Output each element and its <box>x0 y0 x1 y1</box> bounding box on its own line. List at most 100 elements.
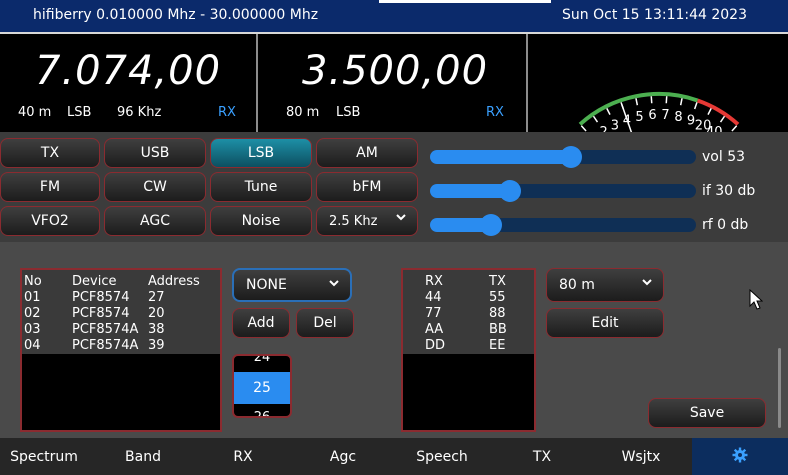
filter-dropdown[interactable]: 2.5 Khz <box>316 206 418 236</box>
roller-option-next[interactable]: 26 <box>234 410 290 416</box>
tab-speech[interactable]: Speech <box>397 438 487 475</box>
tab-wsjtx[interactable]: Wsjtx <box>596 438 686 475</box>
volume-slider[interactable] <box>430 146 696 168</box>
save-button[interactable]: Save <box>648 398 766 428</box>
tune-button[interactable]: Tune <box>210 172 312 202</box>
add-button[interactable]: Add <box>232 308 290 338</box>
bottom-tab-bar: Spectrum Band RX Agc Speech TX Wsjtx <box>0 438 788 475</box>
vfo1-frequency: 7.074,00 <box>34 48 222 94</box>
vfo1-band: 40 m <box>18 105 52 120</box>
volume-label: vol 53 <box>702 149 746 165</box>
roller-option-prev[interactable]: 24 <box>234 356 290 365</box>
band-dropdown[interactable]: 80 m <box>546 268 664 302</box>
table-row[interactable]: 03 PCF8574A 38 <box>22 322 220 338</box>
rf-gain-label: rf 0 db <box>702 217 749 233</box>
vfo1-rx-indicator: RX <box>218 105 236 120</box>
s-meter-scale-label: 8 <box>674 110 682 125</box>
cell-rx: 77 <box>425 306 442 321</box>
volume-slider-knob[interactable] <box>559 146 582 168</box>
cell-address: 39 <box>148 338 165 353</box>
filter-dropdown-value: 2.5 Khz <box>329 213 378 229</box>
if-gain-slider[interactable] <box>430 180 696 202</box>
table-row[interactable]: 04 PCF8574A 39 <box>22 338 220 354</box>
cell-rx: AA <box>425 322 444 337</box>
table-row[interactable]: 77 88 <box>403 306 534 322</box>
cell-address: 20 <box>148 306 165 321</box>
number-roller[interactable]: 24 25 26 <box>232 354 292 418</box>
if-gain-label: if 30 db <box>702 183 756 199</box>
tab-spectrum[interactable]: Spectrum <box>0 438 88 475</box>
table-row[interactable]: AA BB <box>403 322 534 338</box>
column-header-tx: TX <box>489 274 506 289</box>
table-row[interactable]: 44 55 <box>403 290 534 306</box>
tx-button[interactable]: TX <box>0 138 100 168</box>
radio-range-title: hifiberry 0.010000 Mhz - 30.000000 Mhz <box>33 7 319 23</box>
cw-button[interactable]: CW <box>104 172 206 202</box>
del-button[interactable]: Del <box>296 308 354 338</box>
s-meter-scale-label: 5 <box>635 110 643 125</box>
s-meter-scale-label: 6 <box>648 108 656 123</box>
column-header-address: Address <box>148 274 200 289</box>
cell-address: 38 <box>148 322 165 337</box>
vfo1-mode: LSB <box>67 105 92 120</box>
vfo2-panel[interactable]: 3.500,00 80 m LSB RX <box>264 34 528 132</box>
title-progress-strip <box>379 0 551 3</box>
cell-no: 02 <box>24 306 41 321</box>
datetime-display: Sun Oct 15 13:11:44 2023 <box>562 7 747 23</box>
table-row[interactable]: 02 PCF8574 20 <box>22 306 220 322</box>
s-meter-scale-label: 7 <box>661 108 669 123</box>
mode-controls: TX USB LSB AM FM CW Tune bFM VFO2 AGC No… <box>0 132 788 242</box>
vfo2-button[interactable]: VFO2 <box>0 206 100 236</box>
settings-scrollbar[interactable] <box>778 348 781 428</box>
usb-button[interactable]: USB <box>104 138 206 168</box>
tab-rx[interactable]: RX <box>198 438 288 475</box>
vfo2-rx-indicator: RX <box>486 105 504 120</box>
edit-button[interactable]: Edit <box>546 308 664 338</box>
device-dropdown[interactable]: NONE <box>232 268 352 302</box>
cell-device: PCF8574A <box>72 322 139 337</box>
noise-button[interactable]: Noise <box>210 206 312 236</box>
lsb-button[interactable]: LSB <box>210 138 312 168</box>
settings-panel: No Device Address 01 PCF8574 27 02 PCF85… <box>0 242 788 438</box>
vfo1-panel[interactable]: 7.074,00 40 m LSB 96 Khz RX <box>0 34 258 132</box>
roller-option-selected[interactable]: 25 <box>234 380 290 396</box>
rx-tx-table-header: RX TX <box>403 274 534 290</box>
am-button[interactable]: AM <box>316 138 418 168</box>
rf-gain-slider[interactable] <box>430 214 696 236</box>
cell-no: 04 <box>24 338 41 353</box>
fm-button[interactable]: FM <box>0 172 100 202</box>
agc-button[interactable]: AGC <box>104 206 206 236</box>
cell-rx: DD <box>425 338 446 353</box>
rx-tx-table[interactable]: RX TX 44 55 77 88 AA BB DD EE <box>401 268 536 432</box>
s-meter-tick <box>679 98 683 106</box>
vfo2-frequency: 3.500,00 <box>301 48 489 94</box>
bfm-button[interactable]: bFM <box>316 172 418 202</box>
s-meter-tick <box>731 125 738 132</box>
cell-no: 03 <box>24 322 41 337</box>
device-table-header: No Device Address <box>22 274 220 290</box>
tab-tx[interactable]: TX <box>497 438 587 475</box>
device-table[interactable]: No Device Address 01 PCF8574 27 02 PCF85… <box>20 268 222 432</box>
s-meter-tick <box>580 125 587 132</box>
cell-rx: 44 <box>425 290 442 305</box>
column-header-device: Device <box>72 274 117 289</box>
band-dropdown-value: 80 m <box>559 277 595 293</box>
s-meter-scale-label: 2 <box>600 125 608 132</box>
table-row[interactable]: 01 PCF8574 27 <box>22 290 220 306</box>
s-meter-tick <box>693 102 698 110</box>
chevron-down-icon <box>395 211 407 227</box>
s-meter-tick <box>635 98 639 106</box>
rf-gain-slider-knob[interactable] <box>480 214 503 236</box>
chevron-down-icon <box>328 277 340 293</box>
if-gain-slider-knob[interactable] <box>498 180 521 202</box>
s-meter-gauge: 123456789204060 <box>578 92 740 148</box>
gear-icon <box>732 447 748 467</box>
cell-tx: EE <box>489 338 506 353</box>
tab-agc[interactable]: Agc <box>298 438 388 475</box>
s-meter-tick <box>707 108 712 115</box>
tab-band[interactable]: Band <box>99 438 187 475</box>
table-row[interactable]: DD EE <box>403 338 534 354</box>
cell-tx: 88 <box>489 306 506 321</box>
tab-settings[interactable] <box>692 438 788 475</box>
s-meter: 123456789204060 <box>530 34 788 148</box>
